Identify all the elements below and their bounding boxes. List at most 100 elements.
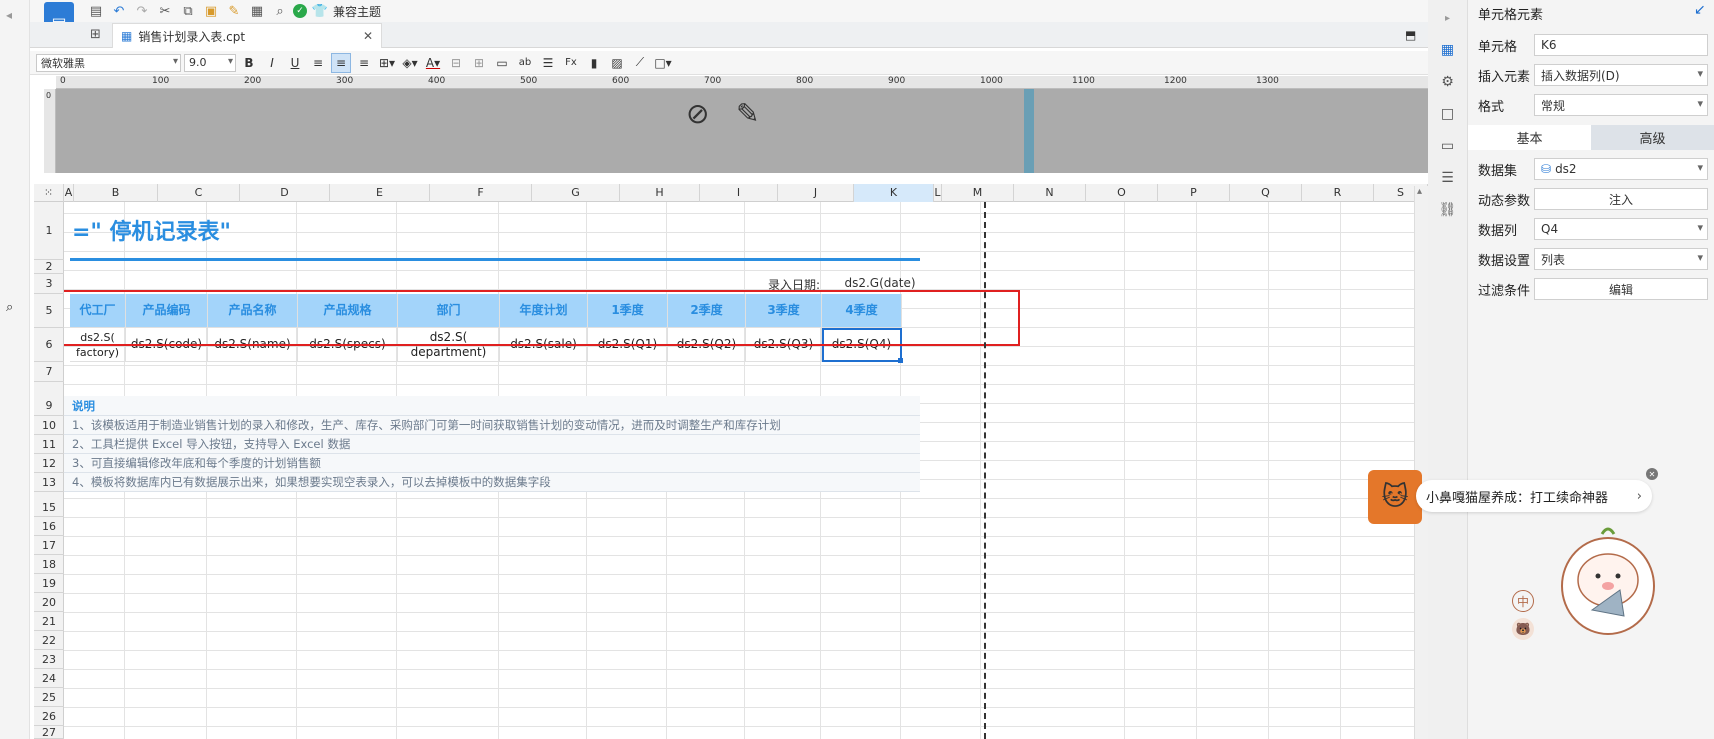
- note-line[interactable]: 4、模板将数据库内已有数据展示出来，如果想要实现空表录入，可以去掉模板中的数据集…: [64, 473, 920, 492]
- col-D[interactable]: D: [240, 184, 330, 202]
- border-icon[interactable]: ⊞▾: [377, 53, 397, 73]
- chart-icon[interactable]: ▮: [584, 53, 604, 73]
- row-11[interactable]: 11: [34, 435, 64, 454]
- italic-icon[interactable]: I: [262, 53, 282, 73]
- row-19[interactable]: 19: [34, 574, 64, 593]
- col-J[interactable]: J: [778, 184, 854, 202]
- font-family-select[interactable]: 微软雅黑 ▾: [36, 53, 181, 72]
- col-A[interactable]: A: [64, 184, 74, 202]
- mascot-small-icon[interactable]: 🐻: [1512, 618, 1534, 640]
- header-cell[interactable]: 4季度: [822, 294, 902, 328]
- selected-cell-K6[interactable]: ds2.S(Q4): [822, 328, 902, 362]
- compat-theme-button[interactable]: 兼容主题: [333, 3, 381, 20]
- ad-text-bubble[interactable]: 小鼻嘎猫屋养成：打工续命神器 ›: [1416, 480, 1652, 512]
- widget-tab-icon[interactable]: □: [1434, 102, 1462, 126]
- header-cell[interactable]: 年度计划: [500, 294, 588, 328]
- tab-advanced[interactable]: 高级: [1591, 125, 1714, 150]
- inject-button[interactable]: 注入: [1534, 188, 1708, 210]
- row-5[interactable]: 5: [34, 294, 64, 328]
- data-cell[interactable]: ds2.S(name): [208, 328, 298, 362]
- col-L[interactable]: L: [934, 184, 942, 202]
- col-Q[interactable]: Q: [1230, 184, 1302, 202]
- row-25[interactable]: 25: [34, 688, 64, 707]
- report-header-area[interactable]: ⊘ ✎: [56, 89, 1428, 173]
- col-K[interactable]: K: [854, 184, 934, 202]
- data-cell[interactable]: ds2.S(sale): [500, 328, 588, 362]
- search-icon[interactable]: ⌕: [6, 300, 13, 315]
- slash-icon[interactable]: ⟋: [630, 53, 650, 73]
- dataset-select[interactable]: ⛁ ds2 ▾: [1534, 158, 1708, 180]
- undo-icon[interactable]: ↶: [109, 2, 129, 20]
- align-right-icon[interactable]: ≡: [354, 53, 374, 73]
- align-center-icon[interactable]: ≡: [331, 52, 351, 73]
- paragraph-icon[interactable]: ☰: [538, 53, 558, 73]
- edit-pencil-icon[interactable]: ✎: [736, 97, 759, 130]
- tab-basic[interactable]: 基本: [1468, 125, 1591, 150]
- collapse-right-icon[interactable]: ▸: [1434, 6, 1462, 30]
- row-9[interactable]: 9: [34, 396, 64, 416]
- row-27[interactable]: 27: [34, 726, 64, 739]
- vertical-scrollbar[interactable]: ▴: [1414, 186, 1428, 739]
- format-select[interactable]: 常规 ▾: [1534, 94, 1708, 116]
- header-cell[interactable]: 部门: [398, 294, 500, 328]
- row-26[interactable]: 26: [34, 707, 64, 726]
- data-cell[interactable]: ds2.S( factory): [70, 328, 126, 362]
- row-20[interactable]: 20: [34, 593, 64, 612]
- col-C[interactable]: C: [158, 184, 240, 202]
- note-line[interactable]: 2、工具栏提供 Excel 导入按钮，支持导入 Excel 数据: [64, 435, 920, 454]
- hyperlink-tab-icon[interactable]: ⛓: [1434, 198, 1462, 222]
- ad-banner[interactable]: 🐱 小鼻嘎猫屋养成：打工续命神器 › ✕: [1368, 468, 1658, 526]
- sheet-grid[interactable]: =" 停机记录表" 录入日期: ds2.G(date) 代工厂 产品编码 产品名…: [64, 202, 1428, 739]
- cell-input[interactable]: K6: [1534, 34, 1708, 56]
- font-size-select[interactable]: 9.0 ▾: [184, 53, 236, 72]
- font-color-icon[interactable]: A▾: [423, 53, 443, 73]
- fill-color-icon[interactable]: ◈▾: [400, 53, 420, 73]
- data-cell[interactable]: ds2.S( department): [398, 328, 500, 362]
- bold-icon[interactable]: B: [239, 53, 259, 73]
- form-tab-icon[interactable]: ▭: [1434, 134, 1462, 158]
- row-15[interactable]: 15: [34, 498, 64, 517]
- col-P[interactable]: P: [1158, 184, 1230, 202]
- data-setting-select[interactable]: 列表 ▾: [1534, 248, 1708, 270]
- header-cell[interactable]: 1季度: [588, 294, 668, 328]
- save-icon[interactable]: ▤: [86, 2, 106, 20]
- redo-icon[interactable]: ↷: [132, 2, 152, 20]
- cell-attribute-tab-icon[interactable]: ⚙: [1434, 70, 1462, 94]
- align-left-icon[interactable]: ≡: [308, 53, 328, 73]
- condition-tab-icon[interactable]: ☰: [1434, 166, 1462, 190]
- col-M[interactable]: M: [942, 184, 1014, 202]
- col-I[interactable]: I: [700, 184, 778, 202]
- notes-title[interactable]: 说明: [64, 396, 920, 416]
- paste-icon[interactable]: ▣: [201, 2, 221, 20]
- header-cell[interactable]: 产品名称: [208, 294, 298, 328]
- col-R[interactable]: R: [1302, 184, 1374, 202]
- collapse-left-icon[interactable]: ◂: [6, 8, 12, 22]
- col-O[interactable]: O: [1086, 184, 1158, 202]
- pin-icon[interactable]: ↙: [1694, 2, 1706, 18]
- data-cell[interactable]: ds2.S(Q1): [588, 328, 668, 362]
- row-1[interactable]: 1: [34, 202, 64, 260]
- cut-icon[interactable]: ✂: [155, 2, 175, 20]
- row-21[interactable]: 21: [34, 612, 64, 631]
- data-cell[interactable]: ds2.S(Q2): [668, 328, 746, 362]
- col-H[interactable]: H: [620, 184, 700, 202]
- template-icon[interactable]: ▦: [247, 2, 267, 20]
- row-24[interactable]: 24: [34, 669, 64, 688]
- col-N[interactable]: N: [1014, 184, 1086, 202]
- preview-icon[interactable]: ⌕: [270, 2, 290, 20]
- data-cell[interactable]: ds2.S(code): [126, 328, 208, 362]
- formula-icon[interactable]: Fx: [561, 53, 581, 73]
- image-icon[interactable]: ▨: [607, 53, 627, 73]
- row-12[interactable]: 12: [34, 454, 64, 473]
- note-line[interactable]: 3、可直接编辑修改年底和每个季度的计划销售额: [64, 454, 920, 473]
- language-badge[interactable]: 中: [1512, 590, 1534, 612]
- row-13[interactable]: 13: [34, 473, 64, 492]
- row-23[interactable]: 23: [34, 650, 64, 669]
- theme-icon[interactable]: 👕: [310, 2, 330, 20]
- select-all-icon[interactable]: ⁙: [34, 184, 64, 202]
- copy-icon[interactable]: ⧉: [178, 2, 198, 20]
- row-10[interactable]: 10: [34, 416, 64, 435]
- header-cell[interactable]: 代工厂: [70, 294, 126, 328]
- col-G[interactable]: G: [532, 184, 620, 202]
- header-cell[interactable]: 产品规格: [298, 294, 398, 328]
